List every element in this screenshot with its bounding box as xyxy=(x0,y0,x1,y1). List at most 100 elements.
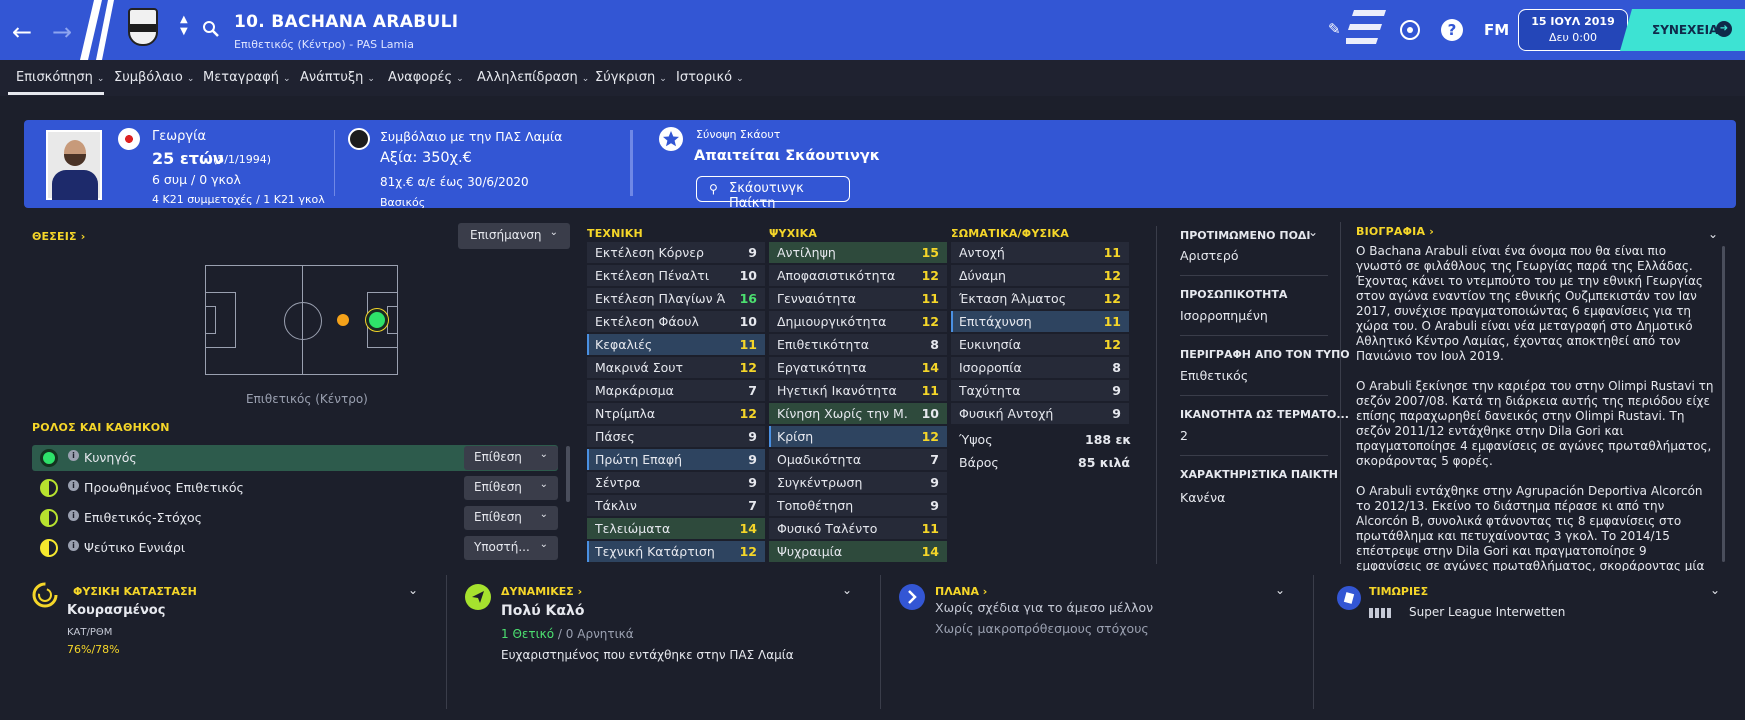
menu-reports[interactable]: Αναφορές ⌄ xyxy=(388,70,464,85)
role-row[interactable]: i Ψεύτικο Εννιάρι Υποστή... ⌄ xyxy=(32,535,558,561)
positions-title[interactable]: ΘΕΣΕΙΣ › xyxy=(32,230,85,243)
chevron-down-icon[interactable]: ⌄ xyxy=(1710,583,1720,597)
attribute-row[interactable]: Δύναμη 12 xyxy=(951,264,1129,287)
menu-history[interactable]: Ιστορικό ⌄ xyxy=(676,70,744,85)
biography-title[interactable]: ΒΙΟΓΡΑΦΙΑ › xyxy=(1356,225,1434,238)
role-label: Ψεύτικο Εννιάρι xyxy=(84,540,186,555)
attribute-row[interactable]: Ομαδικότητα 7 xyxy=(769,448,947,471)
attribute-row[interactable]: Τάκλιν 7 xyxy=(587,494,765,517)
league-name[interactable]: Super League Interwetten xyxy=(1409,605,1565,619)
condition-gauge-icon xyxy=(32,582,58,608)
positive-count[interactable]: 1 Θετικό xyxy=(501,627,554,641)
attribute-row[interactable]: Ντρίμπλα 12 xyxy=(587,402,765,425)
attribute-row[interactable]: Εκτέλεση Κόρνερ 9 xyxy=(587,241,765,264)
info-icon[interactable]: i xyxy=(68,450,79,461)
info-icon[interactable]: i xyxy=(68,480,79,491)
mental-title: ΨΥΧΙΚΑ xyxy=(769,227,818,240)
attribute-row[interactable]: Ισορροπία 8 xyxy=(951,356,1129,379)
dressing-room-icon[interactable] xyxy=(1398,18,1422,42)
menu-contract[interactable]: Συμβόλαιο ⌄ xyxy=(114,70,194,85)
roles-scrollbar[interactable] xyxy=(566,446,570,502)
chevron-down-icon[interactable]: ⌄ xyxy=(1275,583,1285,597)
attribute-row[interactable]: Εκτέλεση Πλαγίων Ά... 16 xyxy=(587,287,765,310)
role-row[interactable]: i Επιθετικός-Στόχος Επίθεση ⌄ xyxy=(32,505,558,531)
biography-scrollbar[interactable] xyxy=(1722,246,1725,562)
contract-label[interactable]: Συμβόλαιο με την ΠΑΣ Λαμία xyxy=(380,129,562,144)
highlight-dropdown[interactable]: Επισήμανση ⌄ xyxy=(458,223,570,249)
attribute-row[interactable]: Πάσες 9 xyxy=(587,425,765,448)
column-divider xyxy=(1340,222,1341,564)
attribute-row[interactable]: Σέντρα 9 xyxy=(587,471,765,494)
attribute-row[interactable]: Κίνηση Χωρίς την Μ... 10 xyxy=(769,402,947,425)
role-row[interactable]: i Προωθημένος Επιθετικός Επίθεση ⌄ xyxy=(32,475,558,501)
nation[interactable]: Γεωργία xyxy=(152,129,206,144)
divider xyxy=(1180,275,1328,276)
attribute-row[interactable]: Φυσική Αντοχή 9 xyxy=(951,402,1129,425)
date-box[interactable]: 15 ΙΟΥΛ 2019 Δευ 0:00 xyxy=(1518,9,1628,51)
negative-count[interactable]: 0 Αρνητικά xyxy=(566,627,634,641)
dynamics-title[interactable]: ΔΥΝΑΜΙΚΕΣ › xyxy=(501,585,582,598)
top-bar: ← → ▲ ▼ 10. BACHANA ARABULI Επιθετικός (Κ… xyxy=(0,0,1745,60)
forward-arrow-icon[interactable]: → xyxy=(52,18,72,46)
position-dot-main[interactable] xyxy=(366,309,388,331)
role-row[interactable]: i Κυνηγός Επίθεση ⌄ xyxy=(32,445,558,471)
attribute-row[interactable]: Εκτέλεση Πέναλτι 10 xyxy=(587,264,765,287)
attribute-row[interactable]: Εργατικότητα 14 xyxy=(769,356,947,379)
attribute-row[interactable]: Ταχύτητα 9 xyxy=(951,379,1129,402)
attribute-row[interactable]: Τοποθέτηση 9 xyxy=(769,494,947,517)
attribute-row[interactable]: Μαρκάρισμα 7 xyxy=(587,379,765,402)
attribute-row[interactable]: Επιτάχυνση 11 xyxy=(951,310,1129,333)
edit-pencil-icon[interactable]: ✎ xyxy=(1328,20,1341,38)
chevron-down-icon[interactable]: ⌄ xyxy=(1308,225,1318,239)
attribute-row[interactable]: Έκταση Άλματος 12 xyxy=(951,287,1129,310)
attribute-row[interactable]: Επιθετικότητα 8 xyxy=(769,333,947,356)
duty-dropdown[interactable]: Επίθεση ⌄ xyxy=(464,506,558,530)
menu-overview[interactable]: Επισκόπηση ⌄ xyxy=(16,70,104,85)
attribute-row[interactable]: Κεφαλιές 11 xyxy=(587,333,765,356)
attribute-row[interactable]: Τεχνική Κατάρτιση 12 xyxy=(587,540,765,563)
menu-comparison[interactable]: Σύγκριση ⌄ xyxy=(595,70,667,85)
attribute-row[interactable]: Αντοχή 11 xyxy=(951,241,1129,264)
media-description: Επιθετικός xyxy=(1180,368,1249,383)
decorative-slashes-icon xyxy=(80,0,114,60)
plans-title[interactable]: ΠΛΑΝΑ › xyxy=(935,585,987,598)
position-dot-secondary[interactable] xyxy=(337,314,349,326)
chevron-down-icon[interactable]: ⌄ xyxy=(408,583,418,597)
attribute-row[interactable]: Αποφασιστικότητα 12 xyxy=(769,264,947,287)
back-arrow-icon[interactable]: ← xyxy=(12,18,32,46)
long-term-plan: Χωρίς μακροπρόθεσμους στόχους xyxy=(935,621,1149,636)
chevron-down-icon[interactable]: ⌄ xyxy=(842,583,852,597)
attribute-row[interactable]: Κρίση 12 xyxy=(769,425,947,448)
attribute-row[interactable]: Τελειώματα 14 xyxy=(587,517,765,540)
attribute-row[interactable]: Ηγετική Ικανότητα 11 xyxy=(769,379,947,402)
decorative-stripes-icon xyxy=(1346,10,1386,44)
duty-dropdown[interactable]: Επίθεση ⌄ xyxy=(464,446,558,470)
duty-dropdown[interactable]: Επίθεση ⌄ xyxy=(464,476,558,500)
help-icon[interactable]: ? xyxy=(1440,18,1464,42)
attribute-row[interactable]: Ψυχραιμία 14 xyxy=(769,540,947,563)
menu-interaction[interactable]: Αλληλεπίδραση ⌄ xyxy=(477,70,589,85)
attribute-row[interactable]: Γενναιότητα 11 xyxy=(769,287,947,310)
attribute-row[interactable]: Συγκέντρωση 9 xyxy=(769,471,947,494)
menu-development[interactable]: Ανάπτυξη ⌄ xyxy=(300,70,375,85)
club-crest[interactable] xyxy=(128,8,158,46)
divider xyxy=(1180,395,1328,396)
duty-dropdown[interactable]: Υποστή... ⌄ xyxy=(464,536,558,560)
attribute-row[interactable]: Αντίληψη 15 xyxy=(769,241,947,264)
attribute-row[interactable]: Ευκινησία 12 xyxy=(951,333,1129,356)
fm-menu-button[interactable]: FM xyxy=(1484,21,1509,39)
menu-transfer[interactable]: Μεταγραφή ⌄ xyxy=(203,70,291,85)
scout-player-button[interactable]: ⚲ Σκάουτινγκ Παίκτη xyxy=(696,176,850,208)
attribute-row[interactable]: Πρώτη Επαφή 9 xyxy=(587,448,765,471)
attribute-row[interactable]: Μακρινά Σουτ 12 xyxy=(587,356,765,379)
info-icon[interactable]: i xyxy=(68,540,79,551)
info-icon[interactable]: i xyxy=(68,510,79,521)
attribute-row[interactable]: Φυσικό Ταλέντο 11 xyxy=(769,517,947,540)
search-icon[interactable] xyxy=(202,20,220,38)
chevron-down-icon[interactable]: ⌄ xyxy=(1708,227,1718,241)
attribute-row[interactable]: Δημιουργικότητα 12 xyxy=(769,310,947,333)
continue-button[interactable]: ΣΥΝΕΧΕΙΑ ➜ xyxy=(1620,9,1745,51)
attribute-row[interactable]: Εκτέλεση Φάουλ 10 xyxy=(587,310,765,333)
switch-player-chevrons-icon[interactable]: ▲ ▼ xyxy=(180,14,188,38)
continue-label: ΣΥΝΕΧΕΙΑ xyxy=(1652,23,1719,37)
